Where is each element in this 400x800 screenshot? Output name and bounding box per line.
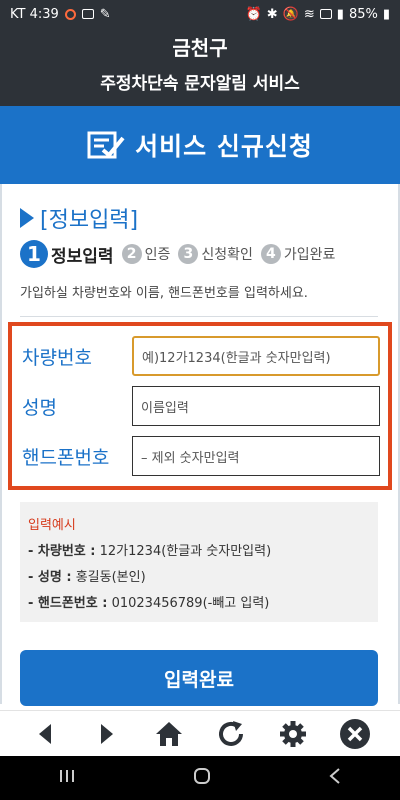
mute-icon: 🔕 <box>282 6 299 22</box>
section-heading: [정보입력] <box>20 202 138 234</box>
step-number: 2 <box>121 244 142 264</box>
record-icon <box>64 8 76 20</box>
main-content: [정보입력] 1 정보입력 2 인증 3 신청확인 4 가입완료 가입하실 차량… <box>0 184 400 706</box>
left-border <box>0 184 2 704</box>
back-nav-icon[interactable] <box>327 767 343 789</box>
step-label: 인증 <box>144 247 171 263</box>
example-car: - 차량번호 : 12가1234(한글과 숫자만입력) <box>28 540 370 559</box>
input-example-box: 입력예시 - 차량번호 : 12가1234(한글과 숫자만입력) - 성명 : … <box>20 502 378 622</box>
divider <box>20 316 378 317</box>
example-title: 입력예시 <box>28 518 76 533</box>
section-title: [정보입력] <box>40 208 139 233</box>
example-name-value: 홍길동(본인) <box>71 570 146 585</box>
example-car-value: 12가1234(한글과 숫자만입력) <box>95 544 272 559</box>
input-form-highlight: 차량번호 예)12가1234(한글과 숫자만입력) 성명 이름입력 핸드폰번호 … <box>8 322 392 490</box>
phone-row: 핸드폰번호 – 제외 숫자만입력 <box>22 436 380 476</box>
forward-icon[interactable] <box>90 717 124 751</box>
step-1: 1 정보입력 <box>20 240 114 268</box>
lte-icon <box>319 9 332 19</box>
settings-icon[interactable] <box>276 717 310 751</box>
recent-apps-icon[interactable] <box>57 768 77 788</box>
step-3: 3 신청확인 <box>178 244 253 264</box>
step-label: 가입완료 <box>283 247 336 263</box>
pen-icon: ✎ <box>99 6 111 22</box>
step-2: 2 인증 <box>121 244 171 264</box>
signal-icon: ▮ <box>336 6 344 22</box>
district-title: 금천구 <box>172 36 228 60</box>
banner-title: 서비스 신규신청 <box>135 132 313 161</box>
example-phone: - 핸드폰번호 : 01023456789(-빼고 입력) <box>28 592 370 611</box>
car-number-row: 차량번호 예)12가1234(한글과 숫자만입력) <box>22 336 380 376</box>
service-title: 주정차단속 문자알림 서비스 <box>100 74 300 94</box>
bluetooth-icon: ✱ <box>266 6 278 22</box>
triangle-icon <box>20 208 34 228</box>
step-indicator: 1 정보입력 2 인증 3 신청확인 4 가입완료 <box>20 240 341 268</box>
step-number: 3 <box>178 244 199 264</box>
instruction-text: 가입하실 차량번호와 이름, 핸드폰번호를 입력하세요. <box>20 286 308 301</box>
name-label: 성명 <box>22 396 57 419</box>
example-car-key: - 차량번호 : <box>28 544 96 559</box>
battery-level: 85% <box>348 6 378 22</box>
close-icon[interactable] <box>338 717 372 751</box>
battery-icon: ▮ <box>382 6 390 22</box>
step-number: 4 <box>260 244 281 264</box>
home-icon[interactable] <box>152 717 186 751</box>
android-nav-bar <box>0 756 400 800</box>
app-header: 금천구 주정차단속 문자알림 서비스 <box>0 28 400 106</box>
phone-label: 핸드폰번호 <box>22 446 110 469</box>
example-phone-key: - 핸드폰번호 : <box>28 596 108 611</box>
image-icon <box>81 9 94 19</box>
example-name-key: - 성명 : <box>28 570 72 585</box>
car-number-input[interactable]: 예)12가1234(한글과 숫자만입력) <box>132 336 380 376</box>
page-banner: 서비스 신규신청 <box>0 106 400 184</box>
refresh-icon[interactable] <box>214 717 248 751</box>
step-label: 신청확인 <box>201 247 253 263</box>
car-number-label: 차량번호 <box>22 346 92 369</box>
example-phone-value: 01023456789(-빼고 입력) <box>107 596 270 611</box>
phone-input[interactable]: – 제외 숫자만입력 <box>132 436 380 476</box>
name-row: 성명 이름입력 <box>22 386 380 426</box>
step-4: 4 가입완료 <box>260 244 336 264</box>
submit-button[interactable]: 입력완료 <box>20 650 378 706</box>
status-time: KT 4:39 <box>10 6 59 22</box>
step-label: 정보입력 <box>51 246 114 267</box>
form-check-icon <box>87 130 125 160</box>
step-number: 1 <box>20 240 48 268</box>
name-input[interactable]: 이름입력 <box>132 386 380 426</box>
home-nav-icon[interactable] <box>192 766 212 790</box>
wifi-icon: ≋ <box>303 6 315 22</box>
status-bar: KT 4:39 ✎ ⏰ ✱ 🔕 ≋ ▮ 85% ▮ <box>0 0 400 28</box>
example-name: - 성명 : 홍길동(본인) <box>28 566 370 585</box>
browser-toolbar <box>0 710 400 756</box>
back-icon[interactable] <box>28 717 62 751</box>
alarm-icon: ⏰ <box>245 6 262 22</box>
